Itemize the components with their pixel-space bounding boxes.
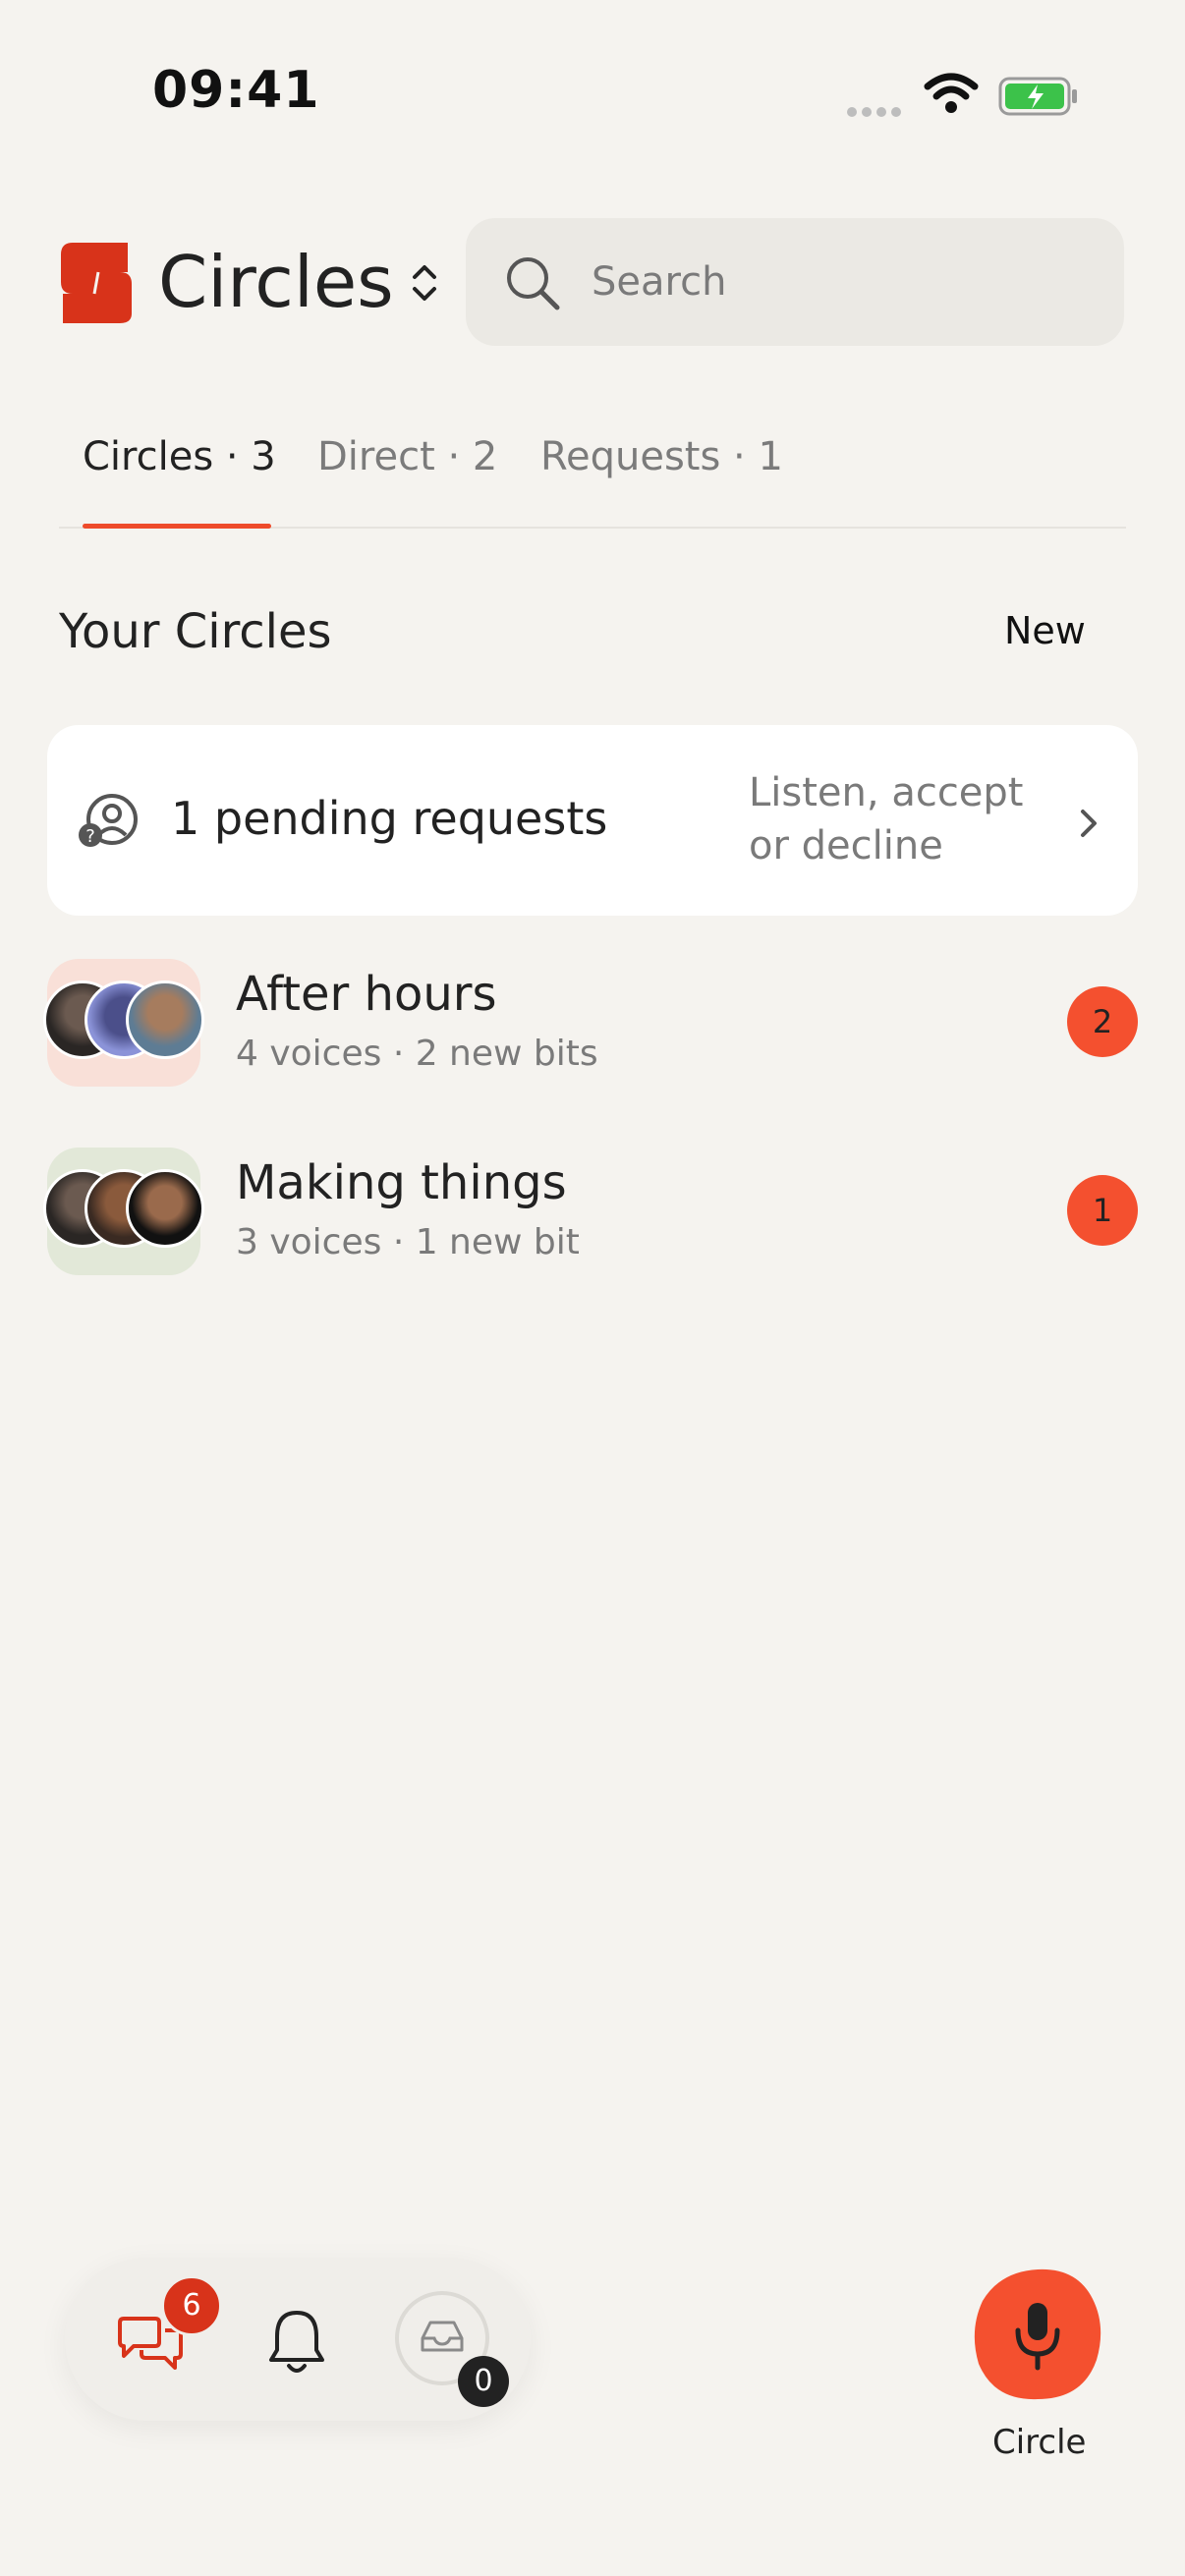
unread-badge: 2: [1067, 986, 1138, 1057]
battery-icon: [998, 77, 1079, 120]
circle-row-after-hours[interactable]: After hours 4 voices · 2 new bits 2: [0, 951, 1185, 1098]
new-circle-button[interactable]: New: [1004, 609, 1086, 652]
inbox-count-badge: 0: [458, 2356, 509, 2407]
search-input[interactable]: Search: [466, 218, 1124, 346]
cellular-signal-icon: [847, 102, 906, 121]
record-button-label: Circle: [992, 2423, 1087, 2462]
circle-name: Making things: [236, 1155, 567, 1210]
unread-badge: 1: [1067, 1175, 1138, 1246]
status-time: 09:41: [152, 61, 320, 120]
circle-subtitle: 4 voices · 2 new bits: [236, 1034, 598, 1074]
circle-name: After hours: [236, 967, 497, 1022]
avatar: [126, 980, 204, 1059]
wifi-icon: [924, 73, 979, 118]
tab-requests[interactable]: Requests · 1: [540, 434, 783, 479]
circle-avatar-group: [43, 959, 204, 1087]
pending-requests-label: 1 pending requests: [171, 792, 608, 845]
search-icon: [503, 253, 562, 316]
record-circle-button[interactable]: [969, 2266, 1106, 2403]
svg-text:?: ?: [85, 826, 95, 847]
pending-requests-card[interactable]: ? 1 pending requests Listen, accept or d…: [47, 725, 1138, 916]
search-placeholder: Search: [592, 259, 727, 305]
chat-count-badge: 6: [161, 2275, 222, 2336]
bell-icon[interactable]: [265, 2307, 328, 2381]
circle-row-making-things[interactable]: Making things 3 voices · 1 new bit 1: [0, 1140, 1185, 1287]
switch-chevron-icon[interactable]: [407, 261, 442, 308]
chevron-right-icon: [1077, 806, 1100, 845]
app-logo: [59, 239, 134, 325]
active-tab-indicator: [83, 524, 271, 529]
app-title[interactable]: Circles: [158, 241, 394, 323]
inbox-tray-icon[interactable]: [419, 2319, 466, 2358]
avatar: [126, 1169, 204, 1248]
circle-subtitle: 3 voices · 1 new bit: [236, 1222, 580, 1262]
tab-direct[interactable]: Direct · 2: [317, 434, 497, 479]
pending-user-icon: ?: [77, 794, 140, 853]
circle-avatar-group: [43, 1148, 204, 1275]
tab-circles[interactable]: Circles · 3: [83, 434, 276, 479]
pending-requests-hint: Listen, accept or decline: [749, 770, 1024, 868]
bottom-dock: 6 0: [65, 2258, 531, 2421]
section-title: Your Circles: [59, 604, 332, 659]
